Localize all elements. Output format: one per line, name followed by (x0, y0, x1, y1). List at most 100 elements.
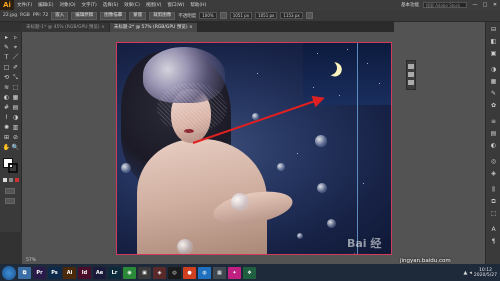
direct-selection-tool-icon[interactable]: ▹ (11, 34, 20, 42)
gradient-tool-icon[interactable]: ▤ (11, 104, 20, 112)
menu-window[interactable]: 窗口(W) (164, 2, 187, 8)
swatches-icon[interactable]: ▦ (490, 78, 497, 85)
character-icon[interactable]: A (490, 226, 497, 233)
tab-close-icon[interactable]: × (189, 25, 193, 30)
blend-tool-icon[interactable]: ◑ (11, 114, 20, 122)
eyedropper-tool-icon[interactable]: ⌇ (2, 114, 11, 122)
maximize-button[interactable]: □ (480, 2, 490, 8)
canvas-area[interactable]: Bai 经验 57% (22, 32, 394, 264)
align-panel-icon[interactable]: ⫼ (490, 186, 497, 193)
menu-type[interactable]: 文字(T) (79, 2, 100, 8)
pencil-tool-icon[interactable]: ✐ (11, 64, 20, 72)
zoom-level[interactable]: 57% (26, 258, 36, 263)
mesh-tool-icon[interactable]: # (2, 104, 11, 112)
zoom-tool-icon[interactable]: 🔍 (11, 144, 20, 152)
x-position-field[interactable]: 1051 px (229, 12, 253, 19)
selection-tool-icon[interactable]: ▸ (2, 34, 11, 42)
screen-mode-icon[interactable] (5, 198, 15, 204)
anchor-tool-icon[interactable]: ⌖ (11, 44, 20, 52)
stroke-swatch[interactable] (8, 163, 18, 173)
type-tool-icon[interactable]: T (2, 54, 11, 62)
rotate-tool-icon[interactable]: ⟲ (2, 74, 11, 82)
symbol-sprayer-tool-icon[interactable]: ✺ (2, 124, 11, 132)
appearance-icon[interactable]: ◎ (490, 158, 497, 165)
edit-original-button[interactable]: 编辑原稿 (71, 11, 98, 20)
transform-panel-icon[interactable]: ⬚ (490, 210, 497, 217)
menu-view[interactable]: 视图(V) (143, 2, 165, 8)
panel-icon[interactable] (408, 64, 414, 69)
y-position-field[interactable]: 1051 px (255, 12, 278, 19)
line-tool-icon[interactable]: ／ (11, 54, 20, 62)
pen-tool-icon[interactable]: ✎ (2, 44, 11, 52)
taskbar-app-icon[interactable]: Ae (93, 266, 106, 279)
graphic-styles-icon[interactable]: ◈ (490, 170, 497, 177)
panel-icon[interactable] (408, 80, 414, 85)
mask-button[interactable]: 蒙版 (129, 11, 147, 20)
libraries-icon[interactable]: ▣ (490, 50, 497, 57)
color-mode-icon[interactable] (3, 178, 7, 182)
rectangle-tool-icon[interactable]: □ (2, 64, 11, 72)
brushes-icon[interactable]: ✎ (490, 90, 497, 97)
minimize-button[interactable]: — (470, 2, 480, 8)
taskbar-app-icon[interactable]: ◍ (198, 266, 211, 279)
paragraph-icon[interactable]: ¶ (490, 238, 497, 245)
tab-document-1[interactable]: 未标题-1* @ 45% (RGB/GPU 预览) × (22, 23, 110, 32)
taskbar-app-icon[interactable]: ◉ (123, 266, 136, 279)
network-icon[interactable]: ▲ (464, 270, 468, 276)
close-window-button[interactable]: ✕ (490, 2, 500, 8)
taskbar-app-icon[interactable]: ◎ (168, 266, 181, 279)
taskbar-app-icon[interactable]: ✦ (228, 266, 241, 279)
gradient-icon[interactable]: ▤ (490, 130, 497, 137)
scale-tool-icon[interactable]: ⤡ (11, 74, 20, 82)
layers-icon[interactable]: ◧ (490, 38, 497, 45)
menu-edit[interactable]: 编辑(E) (35, 2, 56, 8)
artboard[interactable]: Bai 经验 (116, 42, 392, 255)
menu-effect[interactable]: 效果(C) (121, 2, 143, 8)
start-button[interactable] (2, 265, 16, 280)
tab-document-2[interactable]: 未标题-2* @ 57% (RGB/GPU 预览) × (109, 23, 198, 32)
transform-icon[interactable] (305, 12, 313, 19)
draw-mode-icon[interactable] (5, 188, 15, 194)
tab-close-icon[interactable]: × (101, 25, 105, 30)
transparency-icon[interactable]: ◐ (490, 142, 497, 149)
taskbar-app-icon[interactable]: ❖ (243, 266, 256, 279)
workspace-switcher[interactable]: 基本功能 (397, 2, 423, 8)
shape-builder-tool-icon[interactable]: ◐ (2, 94, 11, 102)
taskbar-app-icon[interactable]: ● (183, 266, 196, 279)
taskbar-app-icon[interactable]: ⧉ (18, 266, 31, 279)
free-transform-tool-icon[interactable]: ⬚ (11, 84, 20, 92)
embed-button[interactable]: 嵌入 (51, 11, 69, 20)
symbols-icon[interactable]: ✿ (490, 102, 497, 109)
taskbar-app-icon[interactable]: Ps (48, 266, 61, 279)
stroke-icon[interactable]: ≡ (490, 118, 497, 125)
crop-image-button[interactable]: 裁剪图像 (149, 11, 176, 20)
taskbar-app-icon[interactable]: Ai (63, 266, 76, 279)
graph-tool-icon[interactable]: ▥ (11, 124, 20, 132)
artboard-tool-icon[interactable]: ⊞ (2, 134, 11, 142)
hand-tool-icon[interactable]: ✋ (2, 144, 11, 152)
menu-object[interactable]: 对象(O) (56, 2, 78, 8)
image-trace-button[interactable]: 图像描摹 (100, 11, 127, 20)
pathfinder-icon[interactable]: ⧉ (490, 198, 497, 205)
none-mode-icon[interactable] (15, 178, 19, 182)
width-tool-icon[interactable]: ≋ (2, 84, 11, 92)
floating-panel[interactable] (406, 60, 416, 90)
taskbar-app-icon[interactable]: Lr (108, 266, 121, 279)
menu-file[interactable]: 文件(F) (14, 2, 35, 8)
slice-tool-icon[interactable]: ⊘ (11, 134, 20, 142)
color-icon[interactable]: ◑ (490, 66, 497, 73)
volume-icon[interactable]: ◂ (469, 270, 472, 276)
panel-icon[interactable] (408, 72, 414, 77)
menu-help[interactable]: 帮助(H) (187, 2, 209, 8)
align-icon[interactable] (219, 12, 227, 19)
taskbar-app-icon[interactable]: Id (78, 266, 91, 279)
perspective-grid-tool-icon[interactable]: ▦ (11, 94, 20, 102)
clock[interactable]: 10:12 2020/5/27 (474, 268, 497, 278)
gradient-mode-icon[interactable] (9, 178, 13, 182)
width-field[interactable]: 1153 px (280, 12, 303, 19)
menu-select[interactable]: 选择(S) (100, 2, 121, 8)
opacity-field[interactable]: 100% (199, 12, 217, 19)
properties-icon[interactable]: ⊟ (490, 26, 497, 33)
taskbar-app-icon[interactable]: ▦ (213, 266, 226, 279)
taskbar-app-icon[interactable]: Pr (33, 266, 46, 279)
